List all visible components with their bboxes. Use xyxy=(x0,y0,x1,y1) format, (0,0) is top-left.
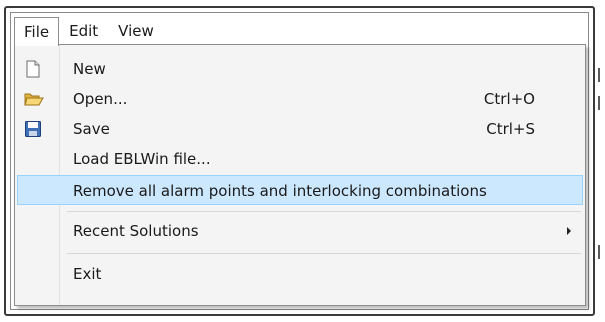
menu-edit[interactable]: Edit xyxy=(59,17,108,44)
menu-item-shortcut: Ctrl+S xyxy=(486,120,535,138)
background-window-edge xyxy=(598,68,600,82)
background-window-edge xyxy=(598,96,600,110)
menu-bar: File Edit View xyxy=(14,17,164,46)
menu-item-shortcut: Ctrl+O xyxy=(483,90,535,108)
new-file-icon xyxy=(24,60,42,78)
menu-item-load-eblwin[interactable]: Load EBLWin file... xyxy=(17,144,583,174)
menu-file-label: File xyxy=(24,23,50,41)
menu-item-label: Exit xyxy=(73,265,102,283)
menu-item-save[interactable]: Save Ctrl+S xyxy=(17,114,583,144)
menu-item-label: New xyxy=(73,60,106,78)
menu-item-label: Save xyxy=(73,120,110,138)
menu-view-label: View xyxy=(118,21,154,40)
menu-separator xyxy=(67,253,581,254)
menu-item-remove-alarm-points[interactable]: Remove all alarm points and interlocking… xyxy=(17,175,583,205)
menu-edit-label: Edit xyxy=(69,21,99,40)
menu-item-recent-solutions[interactable]: Recent Solutions xyxy=(17,216,583,246)
submenu-arrow-icon xyxy=(567,227,571,235)
menu-item-label: Remove all alarm points and interlocking… xyxy=(73,182,487,200)
save-disk-icon xyxy=(24,120,42,138)
menu-view[interactable]: View xyxy=(108,17,164,44)
open-folder-icon xyxy=(24,90,44,108)
menu-item-label: Load EBLWin file... xyxy=(73,150,211,168)
menu-item-label: Recent Solutions xyxy=(73,222,199,240)
menu-item-open[interactable]: Open... Ctrl+O xyxy=(17,84,583,114)
menu-separator xyxy=(67,211,581,212)
menu-item-exit[interactable]: Exit xyxy=(17,259,583,289)
menu-item-label: Open... xyxy=(73,90,128,108)
menu-item-new[interactable]: New xyxy=(17,54,583,84)
menu-file[interactable]: File xyxy=(14,17,60,46)
background-window-edge xyxy=(598,245,600,259)
file-menu-dropdown: New Open... Ctrl+O Save Ctrl+S Load EBLW… xyxy=(14,44,586,306)
